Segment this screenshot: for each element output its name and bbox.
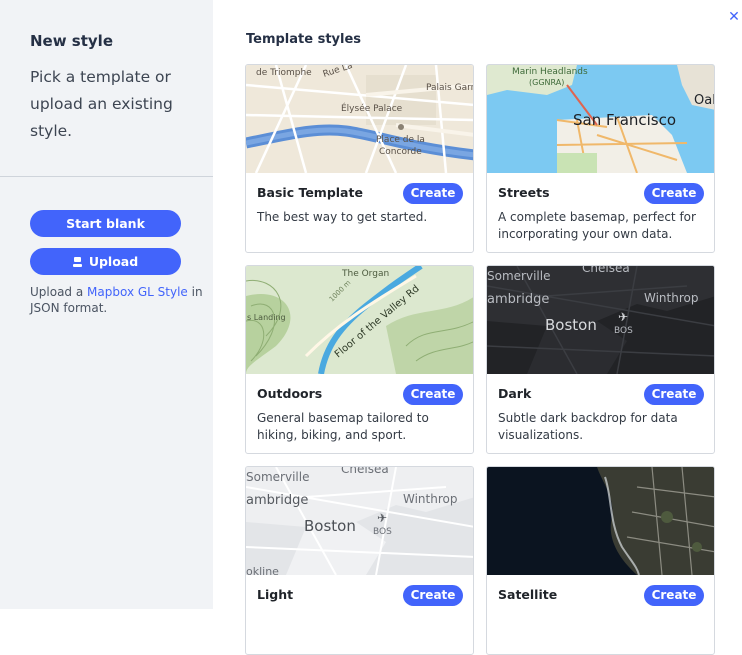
map-label: Boston	[304, 517, 356, 535]
sidebar-description: Pick a template or upload an existing st…	[30, 68, 173, 140]
close-icon[interactable]: ✕	[726, 9, 742, 25]
map-label: (GGNRA)	[529, 78, 564, 87]
template-description: Subtle dark backdrop for data visualizat…	[498, 411, 678, 442]
template-description: The best way to get started.	[257, 210, 428, 224]
map-label: Élysée Palace	[341, 102, 403, 114]
sidebar-divider	[0, 176, 213, 177]
start-blank-label: Start blank	[66, 216, 145, 231]
map-label: Place de la	[376, 135, 425, 145]
template-description: A complete basemap, perfect for incorpor…	[498, 210, 696, 241]
basic-template-thumbnail: de Triomphe Rue La Palais Garn Élysée Pa…	[246, 65, 474, 173]
create-streets-button[interactable]: Create	[644, 183, 704, 204]
map-label: Winthrop	[403, 492, 457, 506]
template-card-light[interactable]: Somerville Chelsea ambridge Winthrop Bos…	[245, 466, 474, 655]
map-label: Marin Headlands	[512, 67, 588, 77]
template-card-basic[interactable]: de Triomphe Rue La Palais Garn Élysée Pa…	[245, 64, 474, 253]
template-styles-title: Template styles	[246, 32, 362, 47]
start-blank-button[interactable]: Start blank	[30, 210, 181, 237]
create-dark-button[interactable]: Create	[644, 384, 704, 405]
map-label: s Landing	[247, 313, 286, 322]
create-basic-button[interactable]: Create	[403, 183, 463, 204]
template-name: Basic Template	[257, 185, 363, 200]
template-name: Streets	[498, 185, 550, 200]
streets-thumbnail: Marin Headlands (GGNRA) Oal San Francisc…	[487, 65, 715, 173]
mapbox-gl-style-link[interactable]: Mapbox GL Style	[87, 285, 188, 299]
upload-icon	[72, 256, 82, 267]
template-name: Light	[257, 587, 294, 602]
satellite-thumbnail	[487, 467, 714, 575]
map-label: okline	[246, 565, 279, 575]
map-label: Boston	[545, 316, 597, 334]
map-label: Concorde	[379, 147, 422, 157]
sidebar: New style Pick a template or upload an e…	[0, 0, 213, 609]
map-label: BOS	[373, 527, 392, 537]
map-label: Palais Garn	[426, 83, 474, 93]
create-satellite-button[interactable]: Create	[644, 585, 704, 606]
light-thumbnail: Somerville Chelsea ambridge Winthrop Bos…	[246, 467, 473, 575]
upload-label: Upload	[88, 254, 139, 269]
map-label: de Triomphe	[256, 68, 312, 78]
create-light-button[interactable]: Create	[403, 585, 463, 606]
hint-prefix: Upload a	[30, 285, 88, 299]
template-name: Outdoors	[257, 386, 323, 401]
map-label: Chelsea	[341, 467, 389, 476]
template-name: Satellite	[498, 587, 558, 602]
template-card-satellite[interactable]: Satellite Create	[486, 466, 715, 655]
map-label: ambridge	[487, 292, 549, 307]
map-label: Somerville	[246, 470, 309, 484]
template-name: Dark	[498, 386, 532, 401]
map-label: The Organ	[341, 269, 389, 279]
outdoors-thumbnail: The Organ Floor of the Valley Rd s Landi…	[246, 266, 473, 374]
template-card-streets[interactable]: Marin Headlands (GGNRA) Oal San Francisc…	[486, 64, 715, 253]
map-label: San Francisco	[573, 111, 676, 129]
upload-button[interactable]: Upload	[30, 248, 181, 275]
map-label: Winthrop	[644, 291, 698, 305]
template-description: General basemap tailored to hiking, biki…	[257, 411, 429, 442]
map-label: Somerville	[487, 269, 550, 283]
template-card-dark[interactable]: Somerville Chelsea ambridge Winthrop Bos…	[486, 265, 715, 454]
sidebar-title: New style	[30, 32, 113, 50]
map-label: ambridge	[246, 493, 308, 508]
airport-icon: ✈	[377, 511, 387, 525]
template-card-outdoors[interactable]: The Organ Floor of the Valley Rd s Landi…	[245, 265, 474, 454]
airport-icon: ✈	[618, 310, 628, 324]
map-label: Chelsea	[582, 266, 630, 275]
map-label: BOS	[614, 326, 633, 336]
map-label: Oal	[694, 93, 715, 108]
create-outdoors-button[interactable]: Create	[403, 384, 463, 405]
upload-hint: Upload a Mapbox GL Style in JSON format.	[30, 284, 205, 316]
dark-thumbnail: Somerville Chelsea ambridge Winthrop Bos…	[487, 266, 714, 374]
